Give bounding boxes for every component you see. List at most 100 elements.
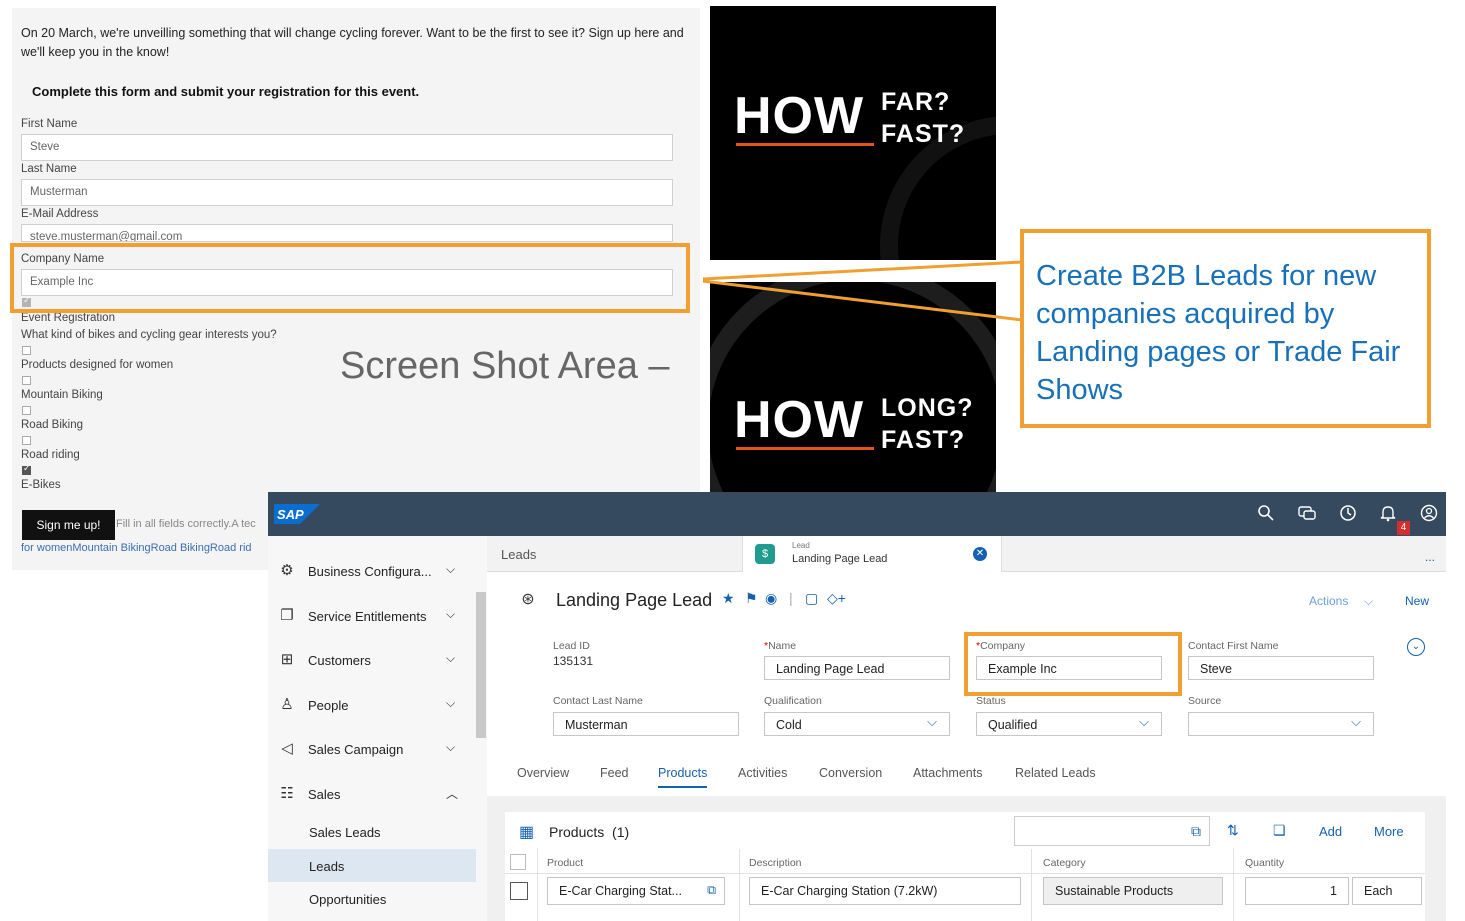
nav-label: Sales Campaign: [308, 742, 404, 757]
col-quantity: Quantity: [1245, 857, 1285, 869]
nav-label: Sales: [308, 787, 341, 802]
callout-text: Create B2B Leads for new companies acqui…: [1036, 260, 1401, 406]
table-icon: ▦: [519, 824, 535, 841]
favorite-star-icon[interactable]: ★: [722, 590, 735, 607]
add-button[interactable]: Add: [1319, 824, 1342, 839]
product-cell[interactable]: E-Car Charging Stat... ⧉: [547, 877, 725, 905]
user-icon[interactable]: [1418, 504, 1440, 526]
entitlement-icon: ❐: [280, 607, 294, 624]
qualification-select[interactable]: Cold: [764, 712, 950, 736]
tab-object-type: Lead: [792, 541, 810, 550]
config-icon: ⚙: [280, 562, 294, 579]
divider: [537, 849, 538, 921]
overflow-icon[interactable]: ...: [1425, 550, 1435, 564]
tab-related-leads[interactable]: Related Leads: [1015, 766, 1096, 780]
subnav-leads[interactable]: Leads: [268, 849, 476, 882]
divider: [739, 849, 740, 921]
nav-sales-campaign[interactable]: ◁ Sales Campaign ⌵: [268, 726, 476, 770]
chat-icon[interactable]: [1296, 504, 1318, 526]
nav-customers[interactable]: ⊞ Customers ⌵: [268, 637, 476, 681]
shell-header: SAP 4: [268, 492, 1446, 536]
slide: On 20 March, we're unveilling something …: [0, 0, 1465, 921]
name-input[interactable]: Landing Page Lead: [764, 656, 950, 680]
new-button[interactable]: New: [1405, 594, 1429, 608]
lead-icon: $: [755, 544, 775, 564]
status-label: Status: [976, 695, 1006, 707]
subnav-opportunities[interactable]: Opportunities: [268, 882, 476, 915]
clock-icon[interactable]: [1337, 504, 1359, 526]
source-select[interactable]: [1188, 712, 1374, 736]
side-navigation: ⚙ Business Configura... ⌵ ❐ Service Enti…: [268, 536, 476, 921]
col-category: Category: [1043, 857, 1086, 869]
tab-products[interactable]: Products: [658, 766, 708, 788]
products-title: Products (1): [549, 824, 630, 840]
qualification-label: Qualification: [764, 695, 822, 707]
contact-last-name-label: Contact Last Name: [553, 695, 643, 707]
nav-people[interactable]: ♙ People ⌵: [268, 682, 476, 726]
megaphone-icon: ◁: [281, 740, 293, 757]
search-icon[interactable]: [1255, 504, 1277, 526]
row-checkbox[interactable]: [510, 882, 528, 900]
quantity-cell[interactable]: 1: [1245, 877, 1349, 905]
tab-feed[interactable]: Feed: [600, 766, 629, 780]
flag-icon[interactable]: ⚑: [745, 590, 758, 607]
contact-first-name-input[interactable]: Steve: [1188, 656, 1374, 680]
name-label: *Name: [764, 640, 797, 652]
nav-label: Service Entitlements: [308, 609, 427, 624]
subnav-sales-leads[interactable]: Sales Leads: [268, 815, 476, 848]
nav-sales[interactable]: ☷ Sales ︿: [268, 771, 476, 815]
select-all-checkbox[interactable]: [510, 854, 526, 870]
actions-menu[interactable]: Actions: [1309, 594, 1348, 608]
tab-conversion[interactable]: Conversion: [819, 766, 882, 780]
expand-header-icon[interactable]: ⌄: [1407, 638, 1425, 656]
notification-badge: 4: [1397, 521, 1410, 535]
status-select[interactable]: Qualified: [976, 712, 1162, 736]
popout-icon: ⧉: [1191, 823, 1201, 839]
object-title: Landing Page Lead: [556, 590, 713, 610]
tab-strip: Leads $ Lead Landing Page Lead ✕ ...: [487, 536, 1446, 573]
divider: [1031, 849, 1032, 921]
tab-overview[interactable]: Overview: [517, 766, 569, 780]
chevron-up-icon: ︿: [446, 787, 459, 801]
sales-icon: ☷: [280, 785, 294, 802]
separator: |: [789, 590, 793, 606]
tag-add-icon[interactable]: ◇+: [827, 590, 846, 607]
tab-leads[interactable]: Leads: [501, 547, 536, 562]
contact-first-name-label: Contact First Name: [1188, 640, 1279, 652]
chevron-down-icon: ⌵: [446, 696, 456, 710]
unit-cell[interactable]: Each: [1352, 877, 1422, 905]
contact-last-name-input[interactable]: Musterman: [553, 712, 739, 736]
main-content: Leads $ Lead Landing Page Lead ✕ ... ⊛ L…: [487, 536, 1446, 921]
popout-icon[interactable]: ⧉: [707, 883, 716, 898]
sap-logo: SAP: [274, 504, 320, 524]
copy-icon[interactable]: ❏: [1273, 822, 1286, 839]
category-cell: Sustainable Products: [1043, 877, 1223, 905]
subnav-label: Sales Leads: [309, 825, 381, 840]
divider: [1233, 849, 1234, 921]
tab-activities[interactable]: Activities: [738, 766, 787, 780]
close-icon[interactable]: ✕: [973, 547, 987, 561]
sidebar-scrollbar[interactable]: [476, 592, 486, 738]
more-button[interactable]: More: [1374, 824, 1404, 839]
chevron-down-icon: ⌵: [446, 740, 456, 754]
subnav-label: Opportunities: [309, 892, 387, 907]
col-product: Product: [547, 857, 584, 869]
description-cell[interactable]: E-Car Charging Station (7.2kW): [749, 877, 1021, 905]
nav-business-configuration[interactable]: ⚙ Business Configura... ⌵: [268, 548, 476, 592]
person-icon: ♙: [280, 696, 294, 713]
chevron-down-icon: ⌵: [446, 607, 456, 621]
comment-icon[interactable]: ▢: [805, 590, 818, 607]
chevron-down-icon: ⌵: [1364, 594, 1374, 608]
callout-box: Create B2B Leads for new companies acqui…: [1020, 229, 1431, 428]
chevron-down-icon: ⌵: [446, 562, 456, 576]
sap-company-highlight: [964, 632, 1182, 696]
sort-icon[interactable]: ⇅: [1227, 822, 1239, 839]
screenshot-caption: Screen Shot Area –: [340, 345, 670, 387]
tab-landing-page-lead[interactable]: $ Lead Landing Page Lead ✕: [742, 536, 1002, 573]
bell-icon[interactable]: [1377, 504, 1399, 526]
source-label: Source: [1188, 695, 1222, 707]
tab-attachments[interactable]: Attachments: [913, 766, 982, 780]
products-search-input[interactable]: ⧉: [1014, 816, 1210, 846]
feed-icon[interactable]: ◉: [765, 590, 777, 607]
nav-service-entitlements[interactable]: ❐ Service Entitlements ⌵: [268, 593, 476, 637]
